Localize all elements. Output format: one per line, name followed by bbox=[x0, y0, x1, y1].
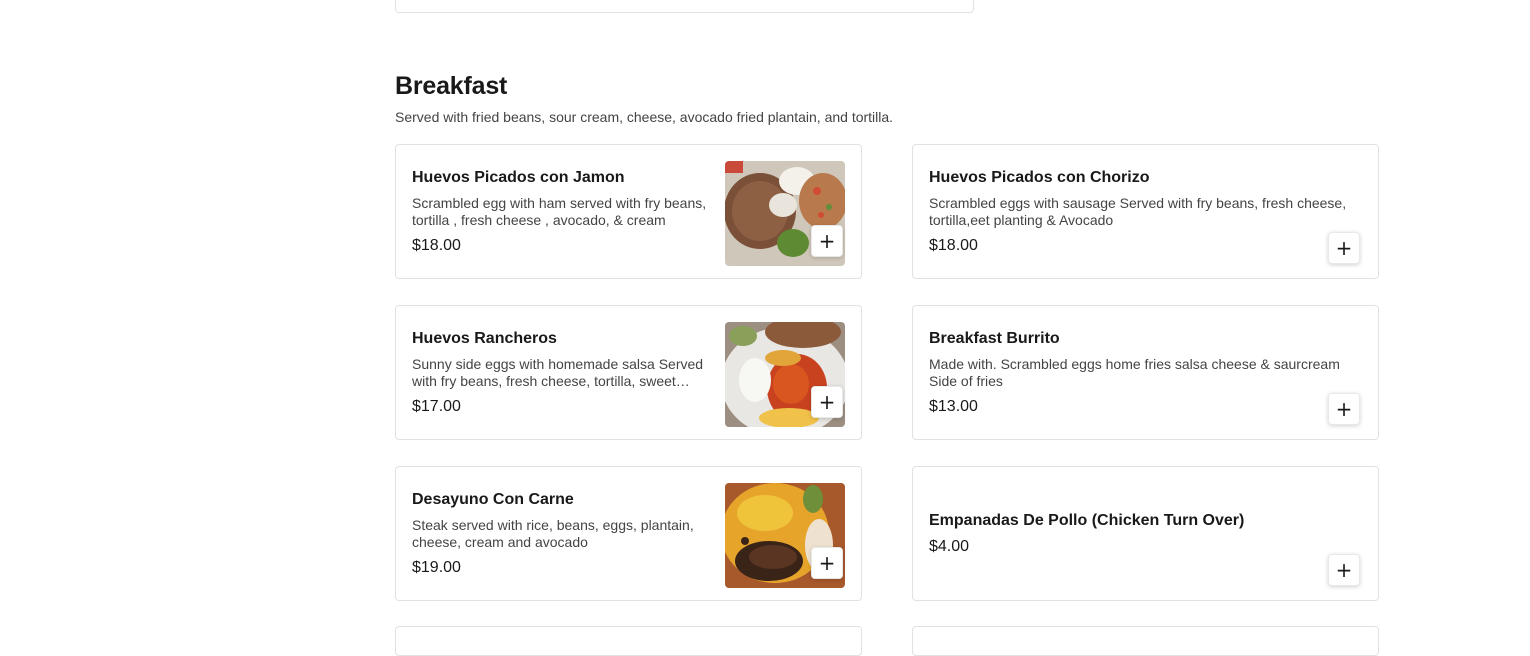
item-description: Sunny side eggs with homemade salsa Serv… bbox=[412, 355, 704, 389]
add-to-cart-button[interactable]: + bbox=[811, 386, 843, 418]
menu-item-card[interactable]: Breakfast Burrito Made with. Scrambled e… bbox=[912, 305, 1379, 440]
menu-item-card[interactable] bbox=[395, 626, 862, 656]
item-description: Scrambled egg with ham served with fry b… bbox=[412, 194, 707, 228]
item-price: $4.00 bbox=[929, 537, 970, 555]
add-to-cart-button[interactable]: + bbox=[811, 225, 843, 257]
item-description: Scrambled eggs with sausage Served with … bbox=[929, 194, 1347, 228]
item-name: Huevos Rancheros bbox=[412, 329, 557, 347]
item-name: Huevos Picados con Jamon bbox=[412, 168, 625, 186]
menu-item-card[interactable]: Huevos Picados con Chorizo Scrambled egg… bbox=[912, 144, 1379, 279]
item-description: Steak served with rice, beans, eggs, pla… bbox=[412, 516, 694, 550]
add-to-cart-button[interactable]: + bbox=[1328, 554, 1360, 586]
item-name: Empanadas De Pollo (Chicken Turn Over) bbox=[929, 511, 1245, 529]
item-price: $18.00 bbox=[929, 236, 978, 254]
add-to-cart-button[interactable]: + bbox=[1328, 232, 1360, 264]
item-price: $13.00 bbox=[929, 397, 978, 415]
item-name: Huevos Picados con Chorizo bbox=[929, 168, 1150, 186]
menu-item-card[interactable]: Empanadas De Pollo (Chicken Turn Over) $… bbox=[912, 466, 1379, 601]
item-price: $19.00 bbox=[412, 558, 461, 576]
item-price: $18.00 bbox=[412, 236, 461, 254]
add-to-cart-button[interactable]: + bbox=[811, 547, 843, 579]
menu-item-card[interactable]: Desayuno Con Carne Steak served with ric… bbox=[395, 466, 862, 601]
menu-item-card[interactable]: Huevos Rancheros Sunny side eggs with ho… bbox=[395, 305, 862, 440]
menu-item-card[interactable] bbox=[912, 626, 1379, 656]
section-title: Breakfast bbox=[395, 72, 508, 100]
item-name: Desayuno Con Carne bbox=[412, 490, 574, 508]
section-description: Served with fried beans, sour cream, che… bbox=[395, 109, 894, 125]
item-description: Made with. Scrambled eggs home fries sal… bbox=[929, 355, 1340, 389]
previous-section-card[interactable] bbox=[395, 0, 974, 13]
add-to-cart-button[interactable]: + bbox=[1328, 393, 1360, 425]
item-price: $17.00 bbox=[412, 397, 461, 415]
item-name: Breakfast Burrito bbox=[929, 329, 1060, 347]
menu-item-card[interactable]: Huevos Picados con Jamon Scrambled egg w… bbox=[395, 144, 862, 279]
